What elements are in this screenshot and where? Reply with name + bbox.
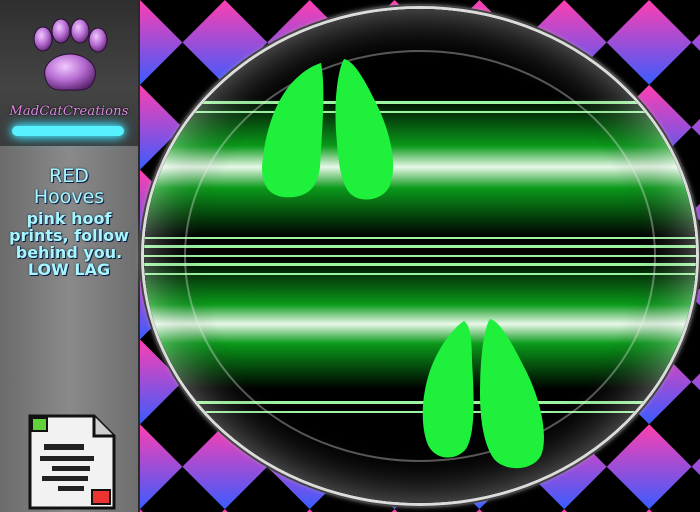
hoof-print-icon — [422, 321, 474, 458]
product-description: RED Hooves pink hoof prints, follow behi… — [0, 166, 138, 278]
hoof-print-icon — [335, 59, 394, 200]
description-line2: Hooves — [33, 186, 105, 208]
brand-name: MadCatCreations — [9, 104, 129, 119]
hoof-print-icon — [480, 319, 544, 469]
logo-area: MadCatCreations — [0, 0, 138, 146]
notecard-icon — [28, 414, 116, 510]
glow-divider — [12, 126, 124, 136]
hoof-prints — [262, 59, 544, 469]
sidebar-panel: MadCatCreations RED Hooves pink hoof pri… — [0, 0, 140, 512]
product-image: MadCatCreations RED Hooves pink hoof pri… — [0, 0, 700, 512]
preview-plate — [141, 6, 699, 506]
description-body: pink hoof prints, follow behind you. LOW… — [9, 209, 129, 279]
hoof-print-icon — [262, 63, 324, 198]
paw-print-icon — [33, 18, 108, 91]
description-line1: RED — [49, 165, 89, 187]
